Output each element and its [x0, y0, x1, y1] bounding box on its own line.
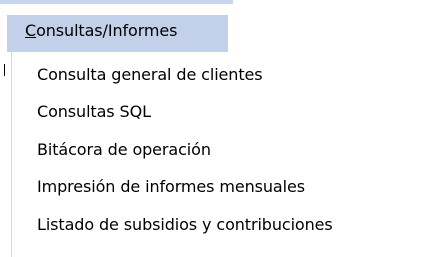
- menu-item-listado-subsidios-contribuciones[interactable]: Listado de subsidios y contribuciones: [37, 211, 333, 239]
- menu-item-bitacora-operacion[interactable]: Bitácora de operación: [37, 136, 211, 164]
- menu-window: Consultas/Informes Consulta general de c…: [0, 0, 433, 257]
- menu-title[interactable]: Consultas/Informes: [25, 21, 177, 41]
- menu-title-mnemonic: C: [25, 21, 37, 40]
- menu-item-impresion-informes-mensuales[interactable]: Impresión de informes mensuales: [37, 173, 305, 201]
- menu-title-text: onsultas/Informes: [36, 21, 178, 40]
- menu-item-consulta-general-clientes[interactable]: Consulta general de clientes: [37, 61, 263, 89]
- menu-item-consultas-sql[interactable]: Consultas SQL: [37, 98, 151, 126]
- dropdown-menu: Consulta general de clientes Consultas S…: [12, 52, 433, 257]
- left-edge-mark: [4, 64, 5, 76]
